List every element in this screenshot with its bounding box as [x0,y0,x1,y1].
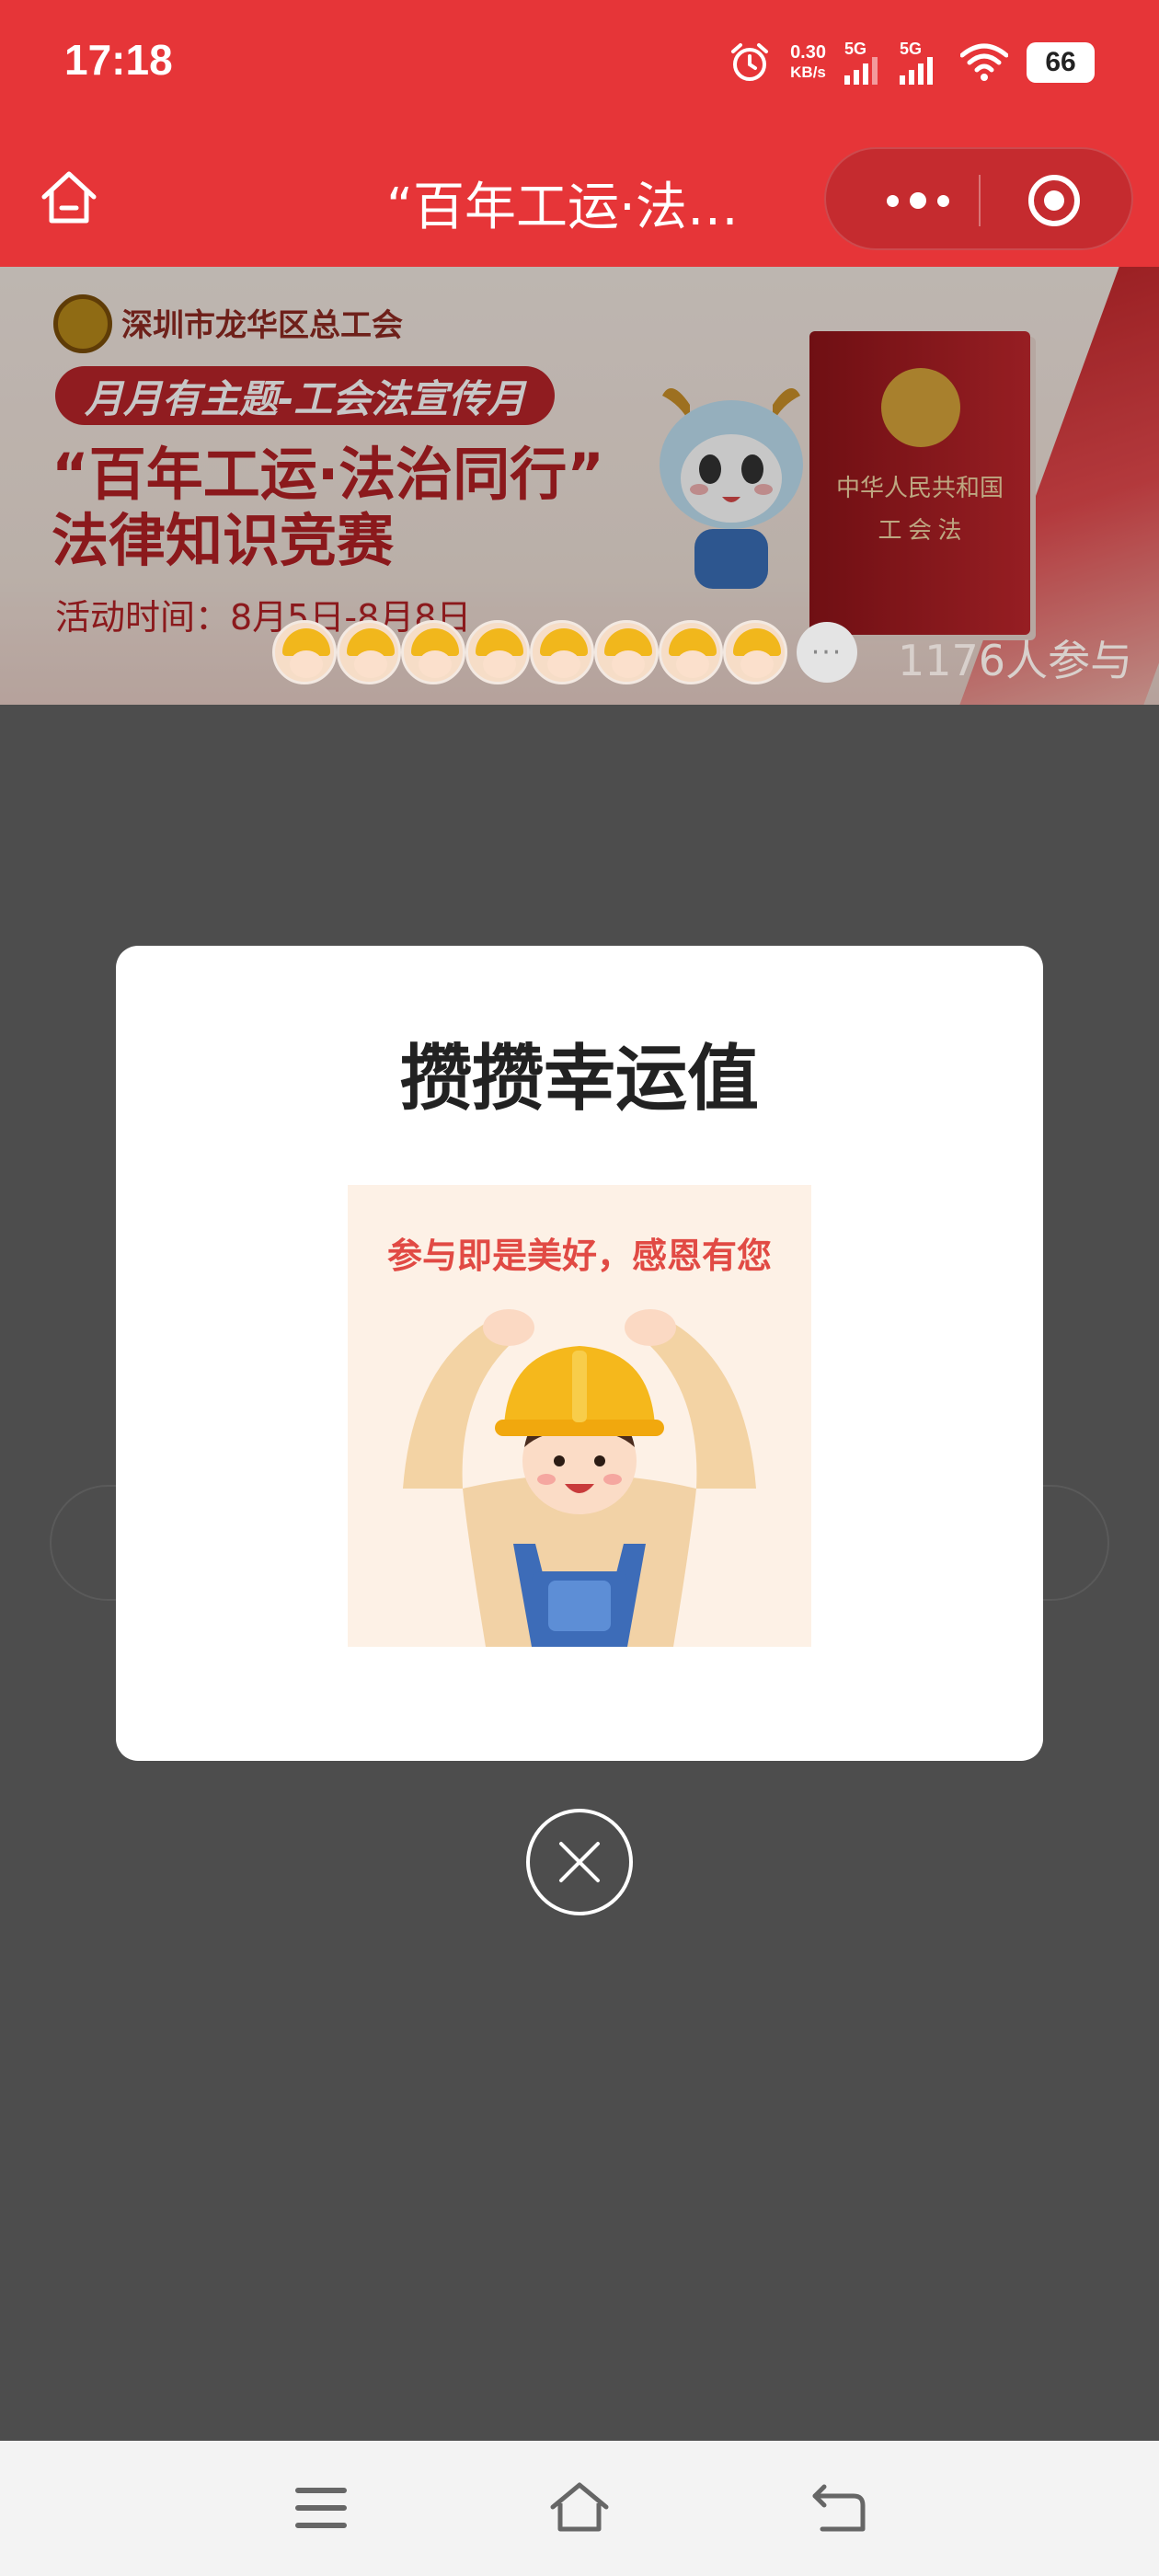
sim2-signal: 5G [900,40,942,85]
more-avatars-icon: ··· [797,622,857,683]
lucky-value-modal: 攒攒幸运值 参与即是美好，感恩有您 [116,946,1043,1761]
net-speed-value: 0.30 [790,42,826,63]
more-dot-icon [887,194,899,207]
alarm-icon [731,43,769,81]
status-bar: 17:18 0.30 KB/s 5G 5G 66 [0,0,1159,129]
sim1-label: 5G [844,40,867,58]
participant-avatar [337,620,401,684]
participant-avatar [723,620,787,684]
more-options-button[interactable] [872,149,964,252]
participant-avatar [465,620,530,684]
sim2-label: 5G [900,40,923,58]
participant-count: 1176人参与 [898,636,1133,685]
contest-banner: 深圳市龙华区总工会 月月有主题-工会法宣传月 “百年工运·法治同行” 法律知识竞… [0,267,1159,705]
back-icon[interactable] [806,2476,870,2540]
participant-avatar [594,620,659,684]
close-mini-program-icon[interactable] [1027,173,1082,228]
sim1-signal: 5G [844,40,881,85]
participant-avatar [530,620,594,684]
wifi-icon [960,43,1008,81]
mini-program-capsule [824,147,1133,250]
status-time: 17:18 [64,36,173,84]
system-navigation-bar [0,2441,1159,2576]
participant-avatar [401,620,465,684]
menu-icon[interactable] [289,2476,353,2540]
battery-indicator: 66 [1027,42,1095,83]
capsule-divider [979,175,981,226]
signal-bars-icon [844,57,878,85]
home-icon[interactable] [37,166,101,230]
home-icon[interactable] [547,2476,612,2540]
participant-avatar [659,620,723,684]
net-speed-unit: KB/s [790,63,826,81]
participant-avatars: ··· [272,620,857,684]
status-icons: 0.30 KB/s 5G 5G 66 [728,37,1095,88]
close-modal-button[interactable] [526,1809,633,1915]
mini-program-nav-bar: “百年工运·法… [0,129,1159,267]
worker-illustration-icon [403,1309,756,1647]
net-speed: 0.30 KB/s [790,42,826,83]
more-dot-icon [937,194,949,207]
participant-avatar [272,620,337,684]
modal-title: 攒攒幸运值 [399,1038,759,1121]
more-dot-icon [910,192,926,209]
thank-you-illustration: 参与即是美好，感恩有您 [348,1185,811,1647]
close-icon [559,1842,600,1882]
page-title: “百年工运·法… [386,178,739,237]
signal-bars-icon [900,57,933,85]
